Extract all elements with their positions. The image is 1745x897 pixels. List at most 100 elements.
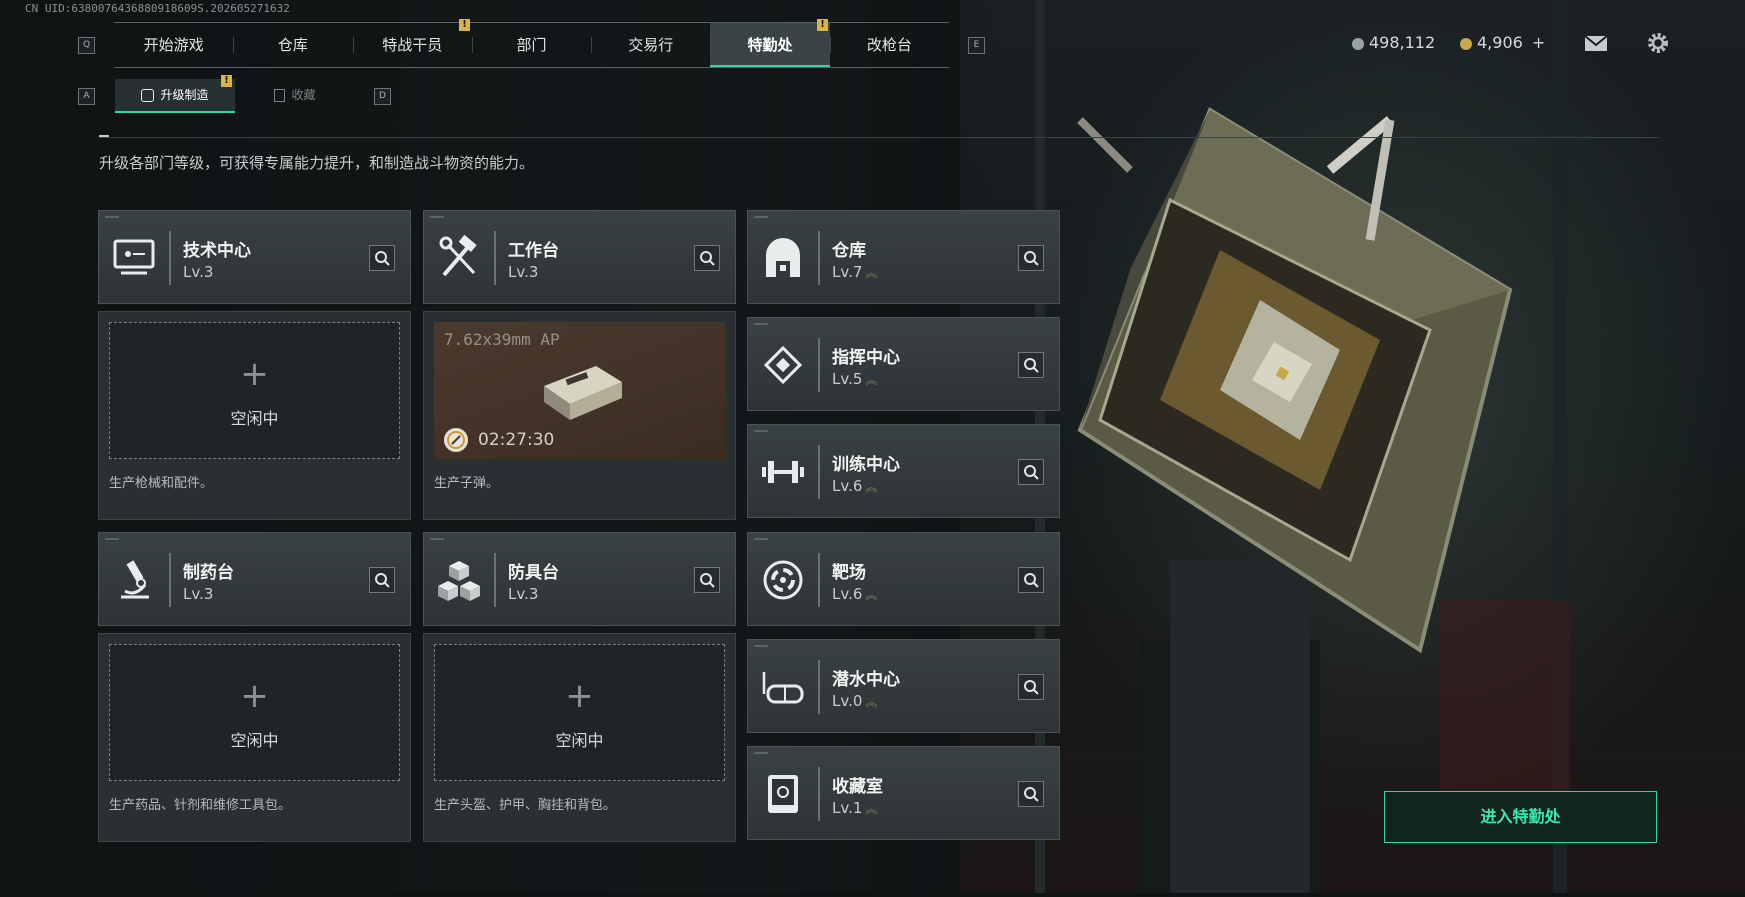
microscope-icon [121,560,149,599]
target-icon [763,560,803,600]
subtab-collection-label: 收藏 [291,88,316,102]
subtab-upgrade-craft[interactable]: 升级制造 [115,79,235,113]
station-description: 生产枪械和配件。 [109,476,214,491]
slot-status: 空闲中 [230,409,279,428]
production-slot-idle[interactable]: + 空闲中 [109,644,400,781]
tab-special-ops[interactable]: 特勤处 [710,23,830,67]
command-icon [763,345,803,385]
inspect-button[interactable] [1018,459,1044,485]
card-corner-mark [754,216,768,218]
dept-name: 训练中心 [832,455,900,475]
station-description: 生产头盔、护甲、胸挂和背包。 [434,798,617,813]
tab-gunsmith[interactable]: 改枪台 [829,23,949,67]
upgrade-chevron-icon: ︽ [865,802,877,816]
dept-card-shooting-range[interactable]: 靶场 Lv.6 ︽ [747,532,1060,626]
inspect-button[interactable] [1018,674,1044,700]
station-card-pharmacy[interactable]: 制药台 Lv.3 [98,532,411,626]
card-separator [818,231,820,285]
card-corner-mark [105,538,119,540]
station-description: 生产子弹。 [434,476,500,491]
dept-level-value: Lv.7 [832,263,863,281]
special-ops-backdrop [960,0,1745,893]
gold-add-button[interactable]: + [1532,33,1545,52]
dept-card-training-center[interactable]: 训练中心 Lv.6 ︽ [747,424,1060,518]
header-divider [99,137,1659,138]
dept-level: Lv.5 ︽ [832,370,877,388]
card-corner-mark [754,752,768,754]
card-separator [818,338,820,392]
card-corner-mark [105,216,119,218]
mail-icon[interactable] [1584,35,1608,51]
dept-name: 指挥中心 [832,348,900,368]
search-icon [1024,251,1039,266]
cubes-icon [438,561,480,601]
inspect-button[interactable] [369,245,395,271]
search-icon [1024,465,1039,480]
inspect-button[interactable] [1018,245,1044,271]
slot-status: 空闲中 [555,731,604,750]
station-card-armor[interactable]: 防具台 Lv.3 [423,532,736,626]
dept-level: Lv.6 ︽ [832,477,877,495]
subtab-collection[interactable]: 收藏 [236,79,354,111]
add-production-icon: + [240,676,269,716]
silver-balance: 498,112 [1352,33,1435,52]
station-card-workbench[interactable]: 工作台 Lv.3 [423,210,736,304]
tab-operators[interactable]: 特战干员 [352,23,472,67]
key-hint-prev-subtab: A [78,88,95,105]
upgrade-craft-notice-badge: ! [221,75,232,87]
subtab-upgrade-craft-label: 升级制造 [160,88,209,102]
search-icon [700,251,715,266]
tab-start-game[interactable]: 开始游戏 [114,23,233,67]
inspect-button[interactable] [369,567,395,593]
inspect-button[interactable] [1018,352,1044,378]
add-production-icon: + [240,354,269,394]
station-card-tech-center[interactable]: 技术中心 Lv.3 [98,210,411,304]
search-icon [1024,787,1039,802]
tab-trading[interactable]: 交易行 [591,23,710,67]
dept-level-value: Lv.6 [832,477,863,495]
card-separator [494,553,496,607]
user-uid: CN UID:6380076436880918609S.202605271632 [25,2,290,15]
production-slot-idle[interactable]: + 空闲中 [434,644,725,781]
tab-warehouse[interactable]: 仓库 [233,23,352,67]
dept-name: 靶场 [832,563,866,583]
dept-card-warehouse[interactable]: 仓库 Lv.7 ︽ [747,210,1060,304]
dept-card-dive-center[interactable]: 潜水中心 Lv.0 ︽ [747,639,1060,733]
gold-balance: 4,906 + [1460,33,1545,52]
tab-departments[interactable]: 部门 [471,23,591,67]
dept-level-value: Lv.0 [832,692,863,710]
settings-gear-icon[interactable] [1646,31,1670,59]
collection-tab-icon [274,89,286,102]
inspect-button[interactable] [694,245,720,271]
inspect-button[interactable] [1018,781,1044,807]
inspect-button[interactable] [1018,567,1044,593]
dept-level: Lv.6 ︽ [832,585,877,603]
key-hint-next-subtab: D [374,88,391,105]
dept-level-value: Lv.1 [832,799,863,817]
card-corner-mark [754,538,768,540]
upgrade-chevron-icon: ︽ [865,695,877,709]
dept-name: 潜水中心 [832,670,900,690]
production-slot-active[interactable]: 7.62x39mm AP 02:27:30 [434,322,725,459]
station-name: 防具台 [508,563,559,583]
collection-icon [768,775,798,813]
production-slot-idle[interactable]: + 空闲中 [109,322,400,459]
production-panel-workbench: 7.62x39mm AP 02:27:30 生产子弹。 [423,311,736,520]
dumbbell-icon [762,461,804,483]
inspect-button[interactable] [694,567,720,593]
monitor-icon [113,239,155,275]
station-level: Lv.3 [508,585,539,603]
station-description: 生产药品、针剂和维修工具包。 [109,798,292,813]
dept-level: Lv.0 ︽ [832,692,877,710]
dept-name: 收藏室 [832,777,883,797]
dept-card-command-center[interactable]: 指挥中心 Lv.5 ︽ [747,317,1060,411]
enter-special-ops-button[interactable]: 进入特勤处 [1384,791,1657,843]
station-name: 工作台 [508,241,559,261]
station-level: Lv.3 [183,263,214,281]
dept-card-collection-room[interactable]: 收藏室 Lv.1 ︽ [747,746,1060,840]
card-corner-mark [754,430,768,432]
station-level: Lv.3 [183,585,214,603]
silver-coin-icon [1352,37,1364,50]
silver-amount: 498,112 [1369,33,1436,52]
production-timer: 02:27:30 [478,430,555,450]
